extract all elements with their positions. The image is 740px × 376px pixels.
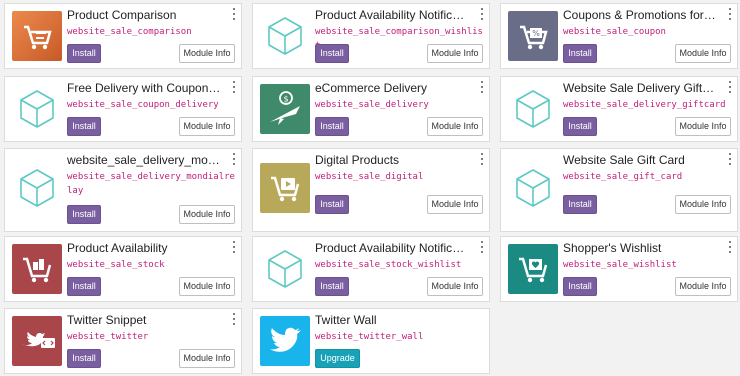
generic-module-cube-icon [508,163,558,213]
module-title: eCommerce Delivery [315,81,428,95]
install-button[interactable]: Install [67,117,101,136]
kebab-menu-icon[interactable] [478,81,486,93]
install-button[interactable]: Install [563,117,597,136]
module-card[interactable]: Digital Products website_sale_digital In… [252,148,490,232]
module-info-button[interactable]: Module Info [179,205,235,224]
digital-products-icon [260,163,310,213]
module-technical-name: website_sale_coupon_delivery [67,100,219,110]
module-title: Free Delivery with Coupon on … [67,81,222,95]
kebab-menu-icon[interactable] [230,8,238,20]
product-comparison-icon [12,11,62,61]
module-title: Shopper's Wishlist [563,241,662,255]
generic-module-cube-icon [12,163,62,213]
generic-module-cube-icon [260,11,310,61]
module-info-button[interactable]: Module Info [427,277,483,296]
module-technical-name: website_twitter [67,332,149,342]
install-button[interactable]: Install [67,44,101,63]
stock-cart-icon [12,244,62,294]
kebab-menu-icon[interactable] [230,241,238,253]
upgrade-button[interactable]: Upgrade [315,349,360,368]
module-info-button[interactable]: Module Info [675,44,731,63]
install-button[interactable]: Install [67,277,101,296]
apps-kanban-grid: Product Comparison website_sale_comparis… [0,0,740,376]
module-card[interactable]: Website Sale Gift Card website_sale_gift… [500,148,738,232]
kebab-menu-icon[interactable] [230,81,238,93]
module-title: Product Availability Notifications [315,241,470,255]
module-technical-name: website_sale_stock_wishlist [315,260,462,270]
module-technical-name: website_twitter_wall [315,332,424,342]
module-info-button[interactable]: Module Info [179,117,235,136]
module-card[interactable]: Product Availability website_sale_stock … [4,236,242,302]
module-technical-name: website_sale_gift_card [563,172,683,182]
module-technical-name: website_sale_digital [315,172,424,182]
module-title: Product Comparison [67,8,177,22]
module-technical-name: website_sale_coupon [563,27,666,37]
module-card[interactable]: % Coupons & Promotions for eC… website_s… [500,3,738,69]
module-info-button[interactable]: Module Info [675,195,731,214]
install-button[interactable]: Install [315,195,349,214]
module-title: Coupons & Promotions for eC… [563,8,718,22]
install-button[interactable]: Install [563,195,597,214]
kebab-menu-icon[interactable] [726,241,734,253]
module-technical-name: website_sale_delivery_giftcard [563,100,726,110]
kebab-menu-icon[interactable] [726,81,734,93]
twitter-bird-icon [260,316,310,366]
module-info-button[interactable]: Module Info [179,44,235,63]
module-card[interactable]: Product Comparison website_sale_comparis… [4,3,242,69]
svg-text:%: % [532,29,540,38]
install-button[interactable]: Install [315,117,349,136]
kebab-menu-icon[interactable] [478,241,486,253]
module-technical-name: website_sale_delivery [315,100,429,110]
kebab-menu-icon[interactable] [726,153,734,165]
delivery-plane-icon: $ [260,84,310,134]
kebab-menu-icon[interactable] [478,8,486,20]
generic-module-cube-icon [260,244,310,294]
kebab-menu-icon[interactable] [478,153,486,165]
kebab-menu-icon[interactable] [230,313,238,325]
install-button[interactable]: Install [563,44,597,63]
install-button[interactable]: Install [67,349,101,368]
module-card[interactable]: $ eCommerce Delivery website_sale_delive… [252,76,490,142]
module-info-button[interactable]: Module Info [427,195,483,214]
wishlist-cart-icon [508,244,558,294]
module-title: website_sale_delivery_mondial… [67,153,222,167]
module-technical-name: website_sale_wishlist [563,260,677,270]
module-info-button[interactable]: Module Info [675,117,731,136]
module-title: Twitter Snippet [67,313,147,327]
module-card[interactable]: Twitter Wall website_twitter_wall Upgrad… [252,308,490,374]
module-title: Product Availability [67,241,168,255]
module-card[interactable]: Shopper's Wishlist website_sale_wishlist… [500,236,738,302]
module-title: Product Availability Notifications [315,8,470,22]
module-info-button[interactable]: Module Info [179,349,235,368]
generic-module-cube-icon [12,84,62,134]
module-card[interactable]: Free Delivery with Coupon on … website_s… [4,76,242,142]
module-title: Digital Products [315,153,400,167]
module-card[interactable]: Website Sale Delivery Giftcard website_s… [500,76,738,142]
install-button[interactable]: Install [563,277,597,296]
svg-text:$: $ [283,95,288,104]
module-title: Website Sale Delivery Giftcard [563,81,718,95]
generic-module-cube-icon [508,84,558,134]
module-technical-name: website_sale_stock [67,260,165,270]
module-card[interactable]: website_sale_delivery_mondial… website_s… [4,148,242,232]
module-info-button[interactable]: Module Info [179,277,235,296]
kebab-menu-icon[interactable] [230,153,238,165]
module-info-button[interactable]: Module Info [427,44,483,63]
module-card[interactable]: Product Availability Notifications websi… [252,236,490,302]
module-card[interactable]: Twitter Snippet website_twitter Install … [4,308,242,374]
module-technical-name: website_sale_delivery_mondialrelay [67,172,235,196]
module-info-button[interactable]: Module Info [427,117,483,136]
module-title: Twitter Wall [315,313,377,327]
kebab-menu-icon[interactable] [726,8,734,20]
module-technical-name: website_sale_comparison [67,27,192,37]
twitter-snippet-icon [12,316,62,366]
module-title: Website Sale Gift Card [563,153,685,167]
install-button[interactable]: Install [315,277,349,296]
install-button[interactable]: Install [315,44,349,63]
install-button[interactable]: Install [67,205,101,224]
module-card[interactable]: Product Availability Notifications websi… [252,3,490,69]
module-info-button[interactable]: Module Info [675,277,731,296]
coupon-icon: % [508,11,558,61]
